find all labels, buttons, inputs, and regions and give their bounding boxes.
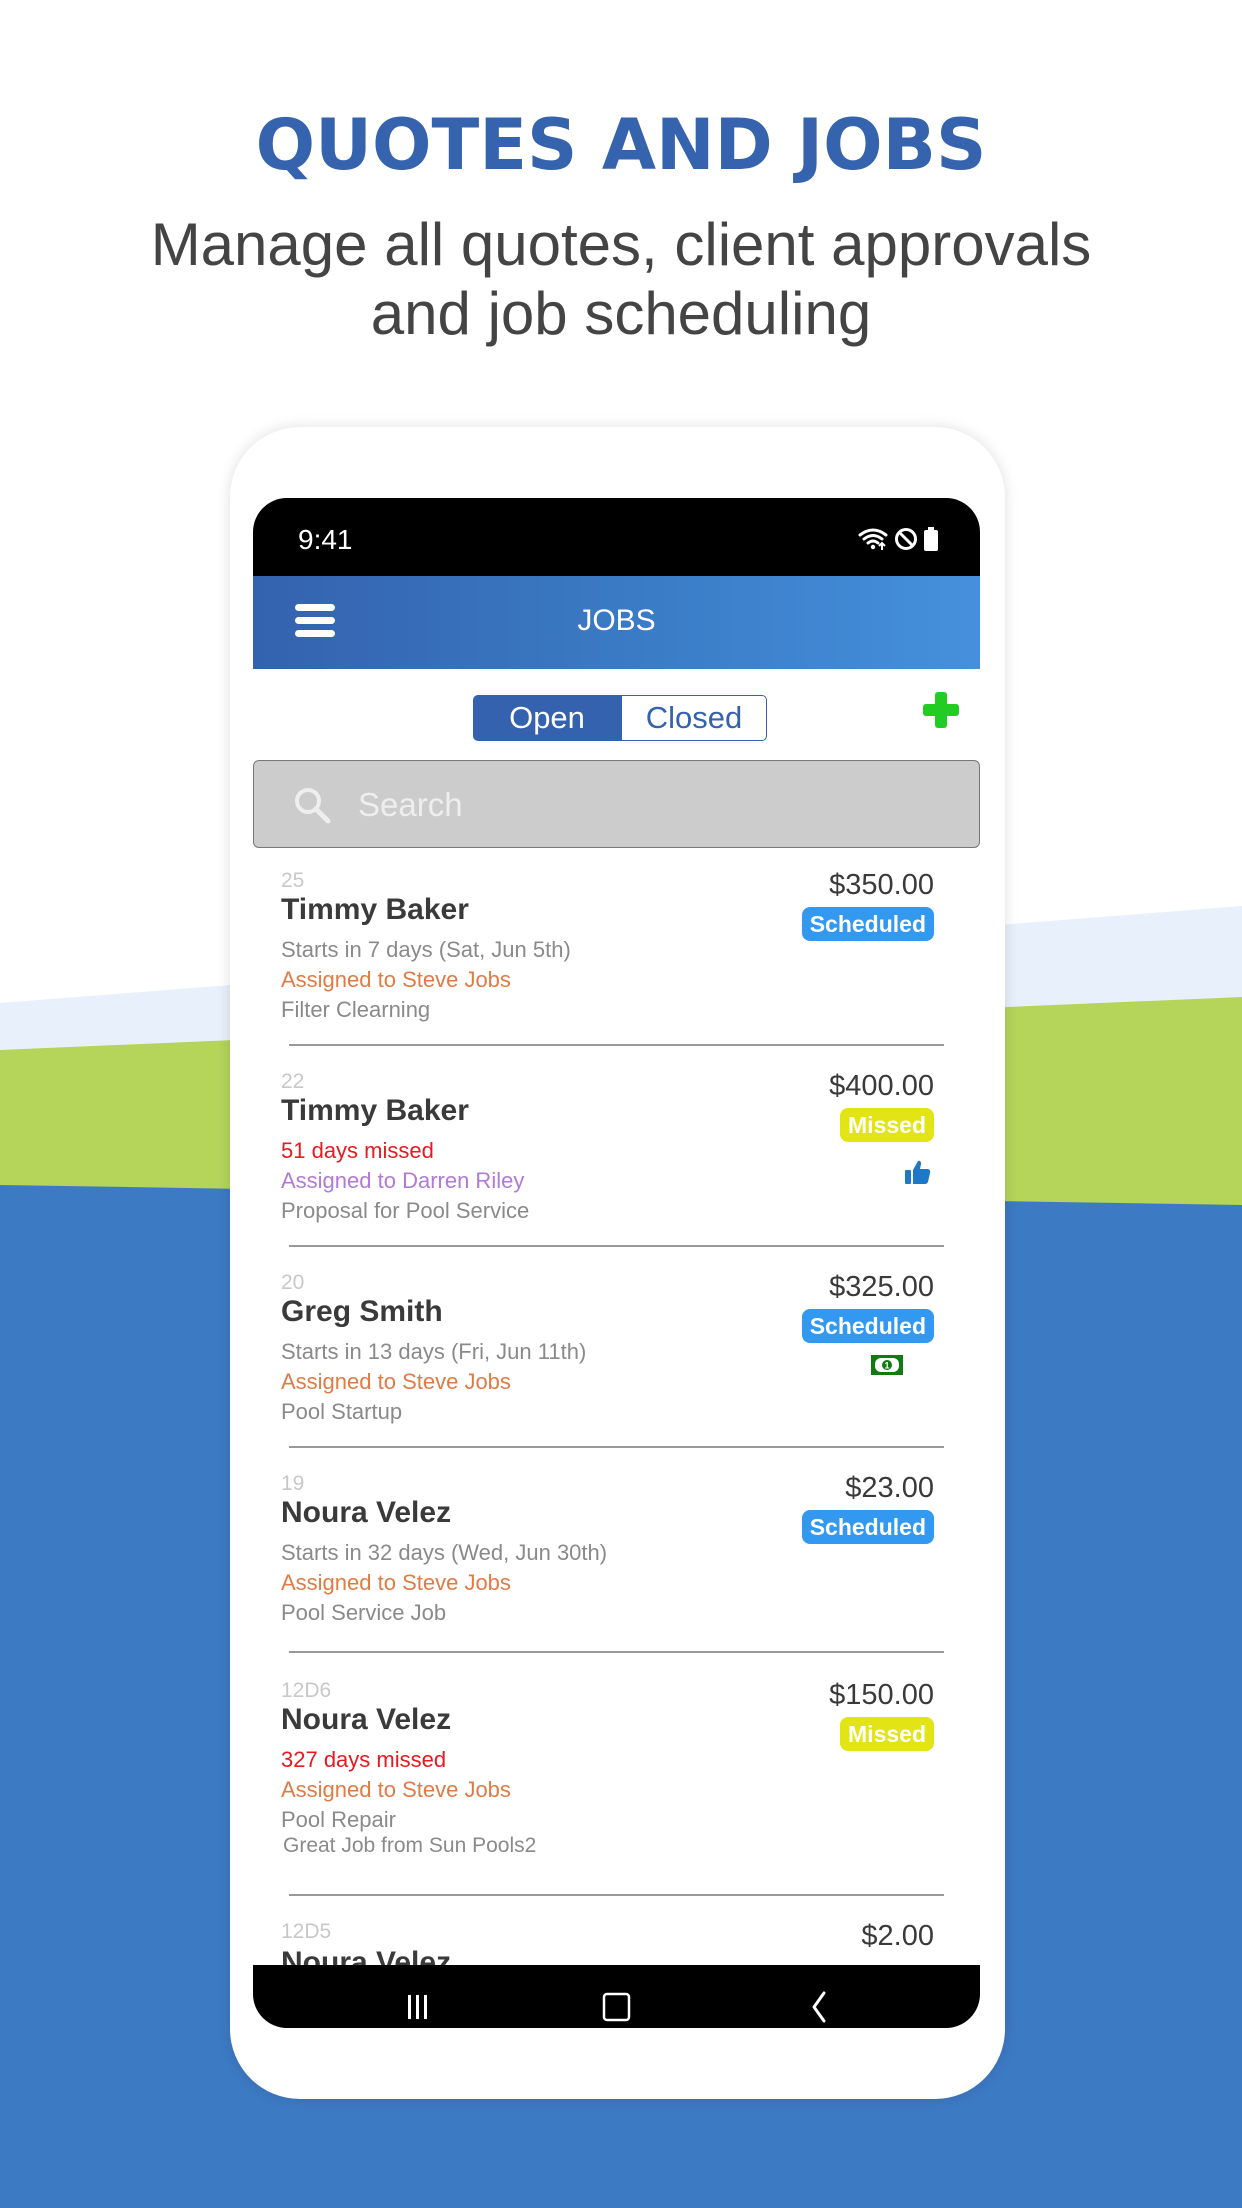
job-number: 20 <box>281 1271 305 1294</box>
app-header: JOBS <box>253 576 980 669</box>
job-missed-text: 51 days missed <box>281 1138 434 1163</box>
job-assignee: Assigned to Steve Jobs <box>281 1570 511 1595</box>
back-button[interactable] <box>778 1965 858 2028</box>
status-bar: 9:41 <box>253 498 980 576</box>
tab-open[interactable]: Open <box>473 695 621 741</box>
job-client-name: Noura Velez <box>281 1703 452 1736</box>
thumbs-up-icon <box>905 1160 931 1184</box>
status-badge: Scheduled <box>801 907 934 941</box>
money-bill-icon: 1 <box>871 1355 903 1375</box>
home-icon <box>602 1992 631 2022</box>
job-number: 19 <box>281 1472 305 1495</box>
job-price: $23.00 <box>845 1472 934 1504</box>
job-description: Filter Clearning <box>281 997 431 1022</box>
system-nav-bar <box>253 1965 980 2028</box>
battery-icon <box>924 527 938 551</box>
job-list-item[interactable]: 19 Noura Velez Starts in 32 days (Wed, J… <box>253 1448 980 1653</box>
add-job-button[interactable] <box>921 690 961 730</box>
job-client-name: Greg Smith <box>281 1295 443 1328</box>
status-time: 9:41 <box>298 524 353 555</box>
svg-text:1: 1 <box>884 1361 889 1371</box>
job-client-name: Timmy Baker <box>281 893 469 926</box>
job-schedule-text: Starts in 13 days (Fri, Jun 11th) <box>281 1339 587 1364</box>
job-list: 25 Timmy Baker Starts in 7 days (Sat, Ju… <box>253 847 980 2016</box>
job-list-item[interactable]: 20 Greg Smith Starts in 13 days (Fri, Ju… <box>253 1247 980 1448</box>
hero-title: QUOTES AND JOBS <box>255 104 987 186</box>
do-not-disturb-icon <box>895 528 917 550</box>
search-input[interactable] <box>356 779 940 831</box>
job-description: Pool Startup <box>281 1399 403 1424</box>
hero-subtitle: Manage all quotes, client approvals and … <box>0 210 1242 348</box>
open-closed-segment: Open Closed <box>473 695 767 741</box>
job-schedule-text: Starts in 32 days (Wed, Jun 30th) <box>281 1540 608 1565</box>
job-assignee: Assigned to Darren Riley <box>281 1168 525 1193</box>
hero-subtitle-line-1: Manage all quotes, client approvals <box>150 211 1092 278</box>
job-description: Proposal for Pool Service <box>281 1198 530 1223</box>
job-client-name: Noura Velez <box>281 1496 452 1529</box>
phone-screen: 9:41 JOBS Open Closed Search 25 Timmy Ba… <box>253 498 980 2028</box>
job-number: 25 <box>281 869 305 892</box>
job-number: 12D5 <box>281 1920 332 1943</box>
job-schedule-text: Starts in 7 days (Sat, Jun 5th) <box>281 937 571 962</box>
job-list-item[interactable]: 25 Timmy Baker Starts in 7 days (Sat, Ju… <box>253 847 980 1046</box>
job-price: $400.00 <box>829 1070 934 1102</box>
wifi-icon <box>858 528 888 550</box>
job-description: Pool Service Job <box>281 1600 447 1625</box>
job-assignee: Assigned to Steve Jobs <box>281 967 511 992</box>
job-note: Great Job from Sun Pools2 <box>283 1834 537 1857</box>
job-assignee: Assigned to Steve Jobs <box>281 1369 511 1394</box>
job-list-item[interactable]: 22 Timmy Baker 51 days missed Assigned t… <box>253 1046 980 1247</box>
status-icons <box>858 526 938 552</box>
job-assignee: Assigned to Steve Jobs <box>281 1777 511 1802</box>
job-description: Pool Repair <box>281 1807 396 1832</box>
tab-closed[interactable]: Closed <box>621 695 767 741</box>
plus-icon <box>923 692 959 728</box>
job-client-name: Timmy Baker <box>281 1094 469 1127</box>
home-button[interactable] <box>577 1965 657 2028</box>
hero-subtitle-line-2: and job scheduling <box>370 280 872 347</box>
status-badge: Missed <box>840 1108 934 1142</box>
search-bar <box>253 760 980 848</box>
job-number: 22 <box>281 1070 305 1093</box>
job-missed-text: 327 days missed <box>281 1747 447 1772</box>
job-number: 12D6 <box>281 1679 332 1702</box>
status-badge: Missed <box>840 1717 934 1751</box>
job-price: $150.00 <box>829 1679 934 1711</box>
recent-apps-icon <box>408 1995 427 2019</box>
job-list-item[interactable]: 12D6 Noura Velez 327 days missed Assigne… <box>253 1653 980 1896</box>
page-title: JOBS <box>577 604 656 637</box>
job-price: $2.00 <box>861 1920 934 1952</box>
search-icon <box>295 788 331 824</box>
status-badge: Scheduled <box>801 1510 934 1544</box>
status-badge: Scheduled <box>801 1309 934 1343</box>
recent-apps-button[interactable] <box>378 1965 458 2028</box>
back-icon <box>812 1991 826 2023</box>
job-price: $350.00 <box>829 869 934 901</box>
job-price: $325.00 <box>829 1271 934 1303</box>
